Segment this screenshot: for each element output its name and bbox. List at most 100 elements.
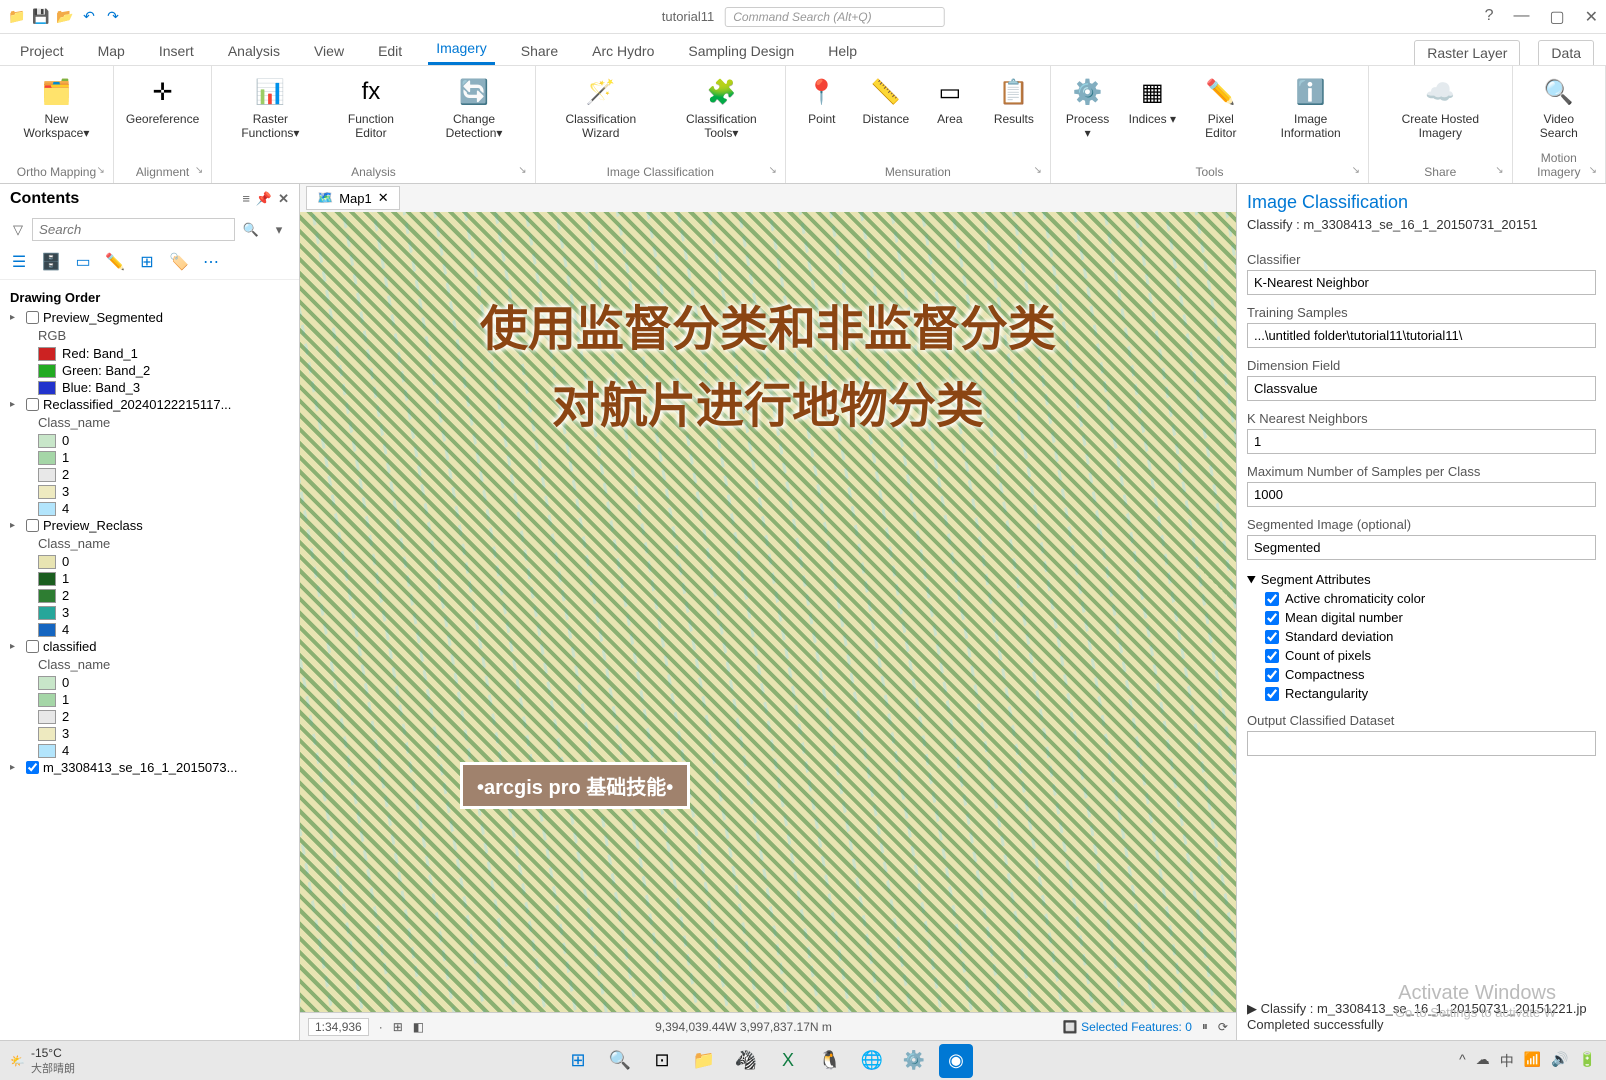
taskbar-taskview-icon[interactable]: ⊡ xyxy=(645,1044,679,1078)
classifier-input[interactable] xyxy=(1247,270,1596,295)
list-by-selection-icon[interactable]: ▭ xyxy=(72,251,94,273)
tray-wifi-icon[interactable]: 📶 xyxy=(1524,1051,1541,1071)
status-pause-icon[interactable]: ⏸ xyxy=(1202,1019,1208,1034)
layer-row[interactable]: ▸Preview_Segmented xyxy=(10,309,289,326)
tray-ime-icon[interactable]: 中 xyxy=(1500,1051,1514,1071)
selected-features[interactable]: 🔲 Selected Features: 0 xyxy=(1063,1020,1192,1034)
tab-help[interactable]: Help xyxy=(820,37,865,65)
layer-checkbox[interactable] xyxy=(26,519,39,532)
tab-view[interactable]: View xyxy=(306,37,352,65)
layer-checkbox[interactable] xyxy=(26,311,39,324)
taskbar-arcgis-icon[interactable]: ◉ xyxy=(939,1044,973,1078)
output-dataset-input[interactable] xyxy=(1247,731,1596,756)
contents-search-input[interactable] xyxy=(32,218,235,241)
layer-checkbox[interactable] xyxy=(26,761,39,774)
layer-checkbox[interactable] xyxy=(26,640,39,653)
knn-input[interactable] xyxy=(1247,429,1596,454)
pane-pin-icon[interactable]: 📌 xyxy=(256,191,272,207)
layer-row[interactable]: ▸m_3308413_se_16_1_2015073... xyxy=(10,759,289,776)
taskbar-edge-icon[interactable]: 🌐 xyxy=(855,1044,889,1078)
ribbon-btn-video[interactable]: 🔍Video Search xyxy=(1519,70,1599,145)
layer-row[interactable]: ▸Preview_Reclass xyxy=(10,517,289,534)
ribbon-btn-new[interactable]: 🗂️New Workspace▾ xyxy=(6,70,107,145)
segattr-checkbox[interactable] xyxy=(1265,687,1279,701)
tray-chevron-icon[interactable]: ^ xyxy=(1459,1051,1466,1071)
tab-sampling-design[interactable]: Sampling Design xyxy=(680,37,802,65)
list-by-snapping-icon[interactable]: ⊞ xyxy=(136,251,158,273)
filter-icon[interactable]: ▽ xyxy=(8,222,28,238)
tray-battery-icon[interactable]: 🔋 xyxy=(1579,1051,1596,1071)
pane-menu-icon[interactable]: ≡ xyxy=(242,191,250,207)
search-icon[interactable]: 🔍 xyxy=(239,222,263,238)
taskbar-search-icon[interactable]: 🔍 xyxy=(603,1044,637,1078)
ribbon-btn-results[interactable]: 📋Results xyxy=(984,70,1044,130)
tab-imagery[interactable]: Imagery xyxy=(428,34,495,65)
close-tab-icon[interactable]: ✕ xyxy=(378,190,389,206)
ribbon-btn-classification[interactable]: 🪄Classification Wizard xyxy=(542,70,660,145)
help-icon[interactable]: ? xyxy=(1485,7,1494,27)
segment-attributes-header[interactable]: Segment Attributes xyxy=(1247,570,1596,589)
toc-more-icon[interactable]: ⋯ xyxy=(200,251,222,273)
pane-close-icon[interactable]: ✕ xyxy=(278,191,289,207)
tab-share[interactable]: Share xyxy=(513,37,566,65)
map-canvas[interactable]: 使用监督分类和非监督分类 对航片进行地物分类 •arcgis pro 基础技能• xyxy=(300,212,1236,1012)
taskbar-settings-icon[interactable]: ⚙️ xyxy=(897,1044,931,1078)
taskbar-app-icon[interactable]: 🦓 xyxy=(729,1044,763,1078)
caret-icon[interactable]: ▸ xyxy=(10,520,22,531)
close-button[interactable]: ✕ xyxy=(1585,7,1598,27)
ribbon-btn-image[interactable]: ℹ️Image Information xyxy=(1259,70,1362,145)
list-by-source-icon[interactable]: 🗄️ xyxy=(40,251,62,273)
maximize-button[interactable]: ▢ xyxy=(1549,7,1564,27)
tab-arc-hydro[interactable]: Arc Hydro xyxy=(584,37,662,65)
list-by-labeling-icon[interactable]: 🏷️ xyxy=(168,251,190,273)
tab-map[interactable]: Map xyxy=(90,37,133,65)
ribbon-btn-distance[interactable]: 📏Distance xyxy=(856,70,916,130)
max-samples-input[interactable] xyxy=(1247,482,1596,507)
status-snap-icon[interactable]: ◧ xyxy=(413,1020,424,1034)
search-options-icon[interactable]: ▾ xyxy=(267,222,291,238)
command-search[interactable]: Command Search (Alt+Q) xyxy=(724,7,944,27)
ribbon-btn-pixel[interactable]: ✏️Pixel Editor xyxy=(1186,70,1255,145)
tab-analysis[interactable]: Analysis xyxy=(220,37,288,65)
tray-volume-icon[interactable]: 🔊 xyxy=(1551,1051,1568,1071)
taskbar-weather[interactable]: 🌤️ -15°C 大部晴朗 xyxy=(10,1046,75,1076)
context-tab-raster-layer[interactable]: Raster Layer xyxy=(1414,40,1520,65)
segmented-image-input[interactable] xyxy=(1247,535,1596,560)
open-icon[interactable]: 📂 xyxy=(56,8,74,26)
tab-edit[interactable]: Edit xyxy=(370,37,410,65)
project-icon[interactable]: 📁 xyxy=(8,8,26,26)
ribbon-btn-function[interactable]: fxFunction Editor xyxy=(326,70,415,145)
context-tab-data[interactable]: Data xyxy=(1538,40,1594,65)
segattr-checkbox[interactable] xyxy=(1265,611,1279,625)
caret-icon[interactable]: ▸ xyxy=(10,762,22,773)
taskbar-excel-icon[interactable]: X xyxy=(771,1044,805,1078)
caret-icon[interactable]: ▸ xyxy=(10,641,22,652)
save-icon[interactable]: 💾 xyxy=(32,8,50,26)
ribbon-btn-area[interactable]: ▭Area xyxy=(920,70,980,130)
undo-icon[interactable]: ↶ xyxy=(80,8,98,26)
classvalue-input[interactable] xyxy=(1247,376,1596,401)
ribbon-btn-indices[interactable]: ▦Indices ▾ xyxy=(1122,70,1182,130)
status-grid-icon[interactable]: ⊞ xyxy=(393,1020,403,1034)
taskbar-tencent-icon[interactable]: 🐧 xyxy=(813,1044,847,1078)
ribbon-btn-georeference[interactable]: ✛Georeference xyxy=(120,70,205,130)
segattr-checkbox[interactable] xyxy=(1265,592,1279,606)
ribbon-btn-process[interactable]: ⚙️Process ▾ xyxy=(1057,70,1118,145)
layer-row[interactable]: ▸Reclassified_20240122215117... xyxy=(10,396,289,413)
taskbar-explorer-icon[interactable]: 📁 xyxy=(687,1044,721,1078)
ribbon-btn-change[interactable]: 🔄Change Detection▾ xyxy=(419,70,528,145)
minimize-button[interactable]: — xyxy=(1513,7,1529,27)
map-scale[interactable]: 1:34,936 xyxy=(308,1018,369,1036)
start-button[interactable]: ⊞ xyxy=(561,1044,595,1078)
segattr-checkbox[interactable] xyxy=(1265,649,1279,663)
caret-icon[interactable]: ▸ xyxy=(10,399,22,410)
segattr-checkbox[interactable] xyxy=(1265,630,1279,644)
tab-insert[interactable]: Insert xyxy=(151,37,202,65)
redo-icon[interactable]: ↷ xyxy=(104,8,122,26)
layer-row[interactable]: ▸classified xyxy=(10,638,289,655)
list-by-drawing-icon[interactable]: ☰ xyxy=(8,251,30,273)
caret-icon[interactable]: ▸ xyxy=(10,312,22,323)
ribbon-btn-raster[interactable]: 📊Raster Functions▾ xyxy=(218,70,322,145)
segattr-checkbox[interactable] xyxy=(1265,668,1279,682)
status-refresh-icon[interactable]: ⟳ xyxy=(1218,1020,1228,1034)
